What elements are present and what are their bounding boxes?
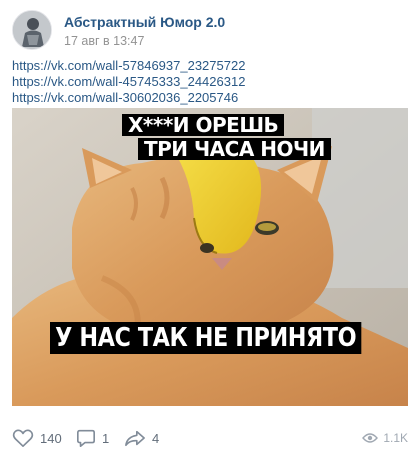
avatar-image <box>13 11 51 49</box>
post-link-1[interactable]: https://vk.com/wall-57846937_23275722 <box>12 58 408 74</box>
author-name[interactable]: Абстрактный Юмор 2.0 <box>64 14 225 30</box>
post-header: Абстрактный Юмор 2.0 17 авг в 13:47 <box>12 10 408 54</box>
share-button[interactable]: 4 <box>124 426 159 450</box>
comments-count: 1 <box>102 430 110 446</box>
meme-caption-top-line1: Х***И ОРЕШЬ <box>122 114 285 136</box>
comment-button[interactable]: 1 <box>76 426 109 450</box>
post-image[interactable]: Х***И ОРЕШЬ ТРИ ЧАСА НОЧИ У НАС ТАК НЕ П… <box>12 108 408 406</box>
views-indicator: 1.1K <box>362 426 408 450</box>
comment-icon <box>77 429 95 447</box>
post-actions: 140 1 4 1.1K <box>12 426 408 450</box>
share-arrow-icon <box>125 430 145 447</box>
eye-icon <box>362 433 379 443</box>
like-button[interactable]: 140 <box>12 426 62 450</box>
post-date[interactable]: 17 авг в 13:47 <box>64 34 144 48</box>
post-text: https://vk.com/wall-57846937_23275722 ht… <box>12 58 408 106</box>
meme-caption-bottom: У НАС ТАК НЕ ПРИНЯТО <box>50 322 362 354</box>
post-link-2[interactable]: https://vk.com/wall-45745333_24426312 <box>12 74 408 90</box>
community-avatar[interactable] <box>12 10 52 50</box>
views-count: 1.1K <box>383 431 408 445</box>
heart-icon <box>12 429 34 447</box>
post-link-3[interactable]: https://vk.com/wall-30602036_2205746 <box>12 90 408 106</box>
shares-count: 4 <box>152 430 160 446</box>
likes-count: 140 <box>40 430 62 446</box>
meme-caption-top-line2: ТРИ ЧАСА НОЧИ <box>138 138 331 160</box>
